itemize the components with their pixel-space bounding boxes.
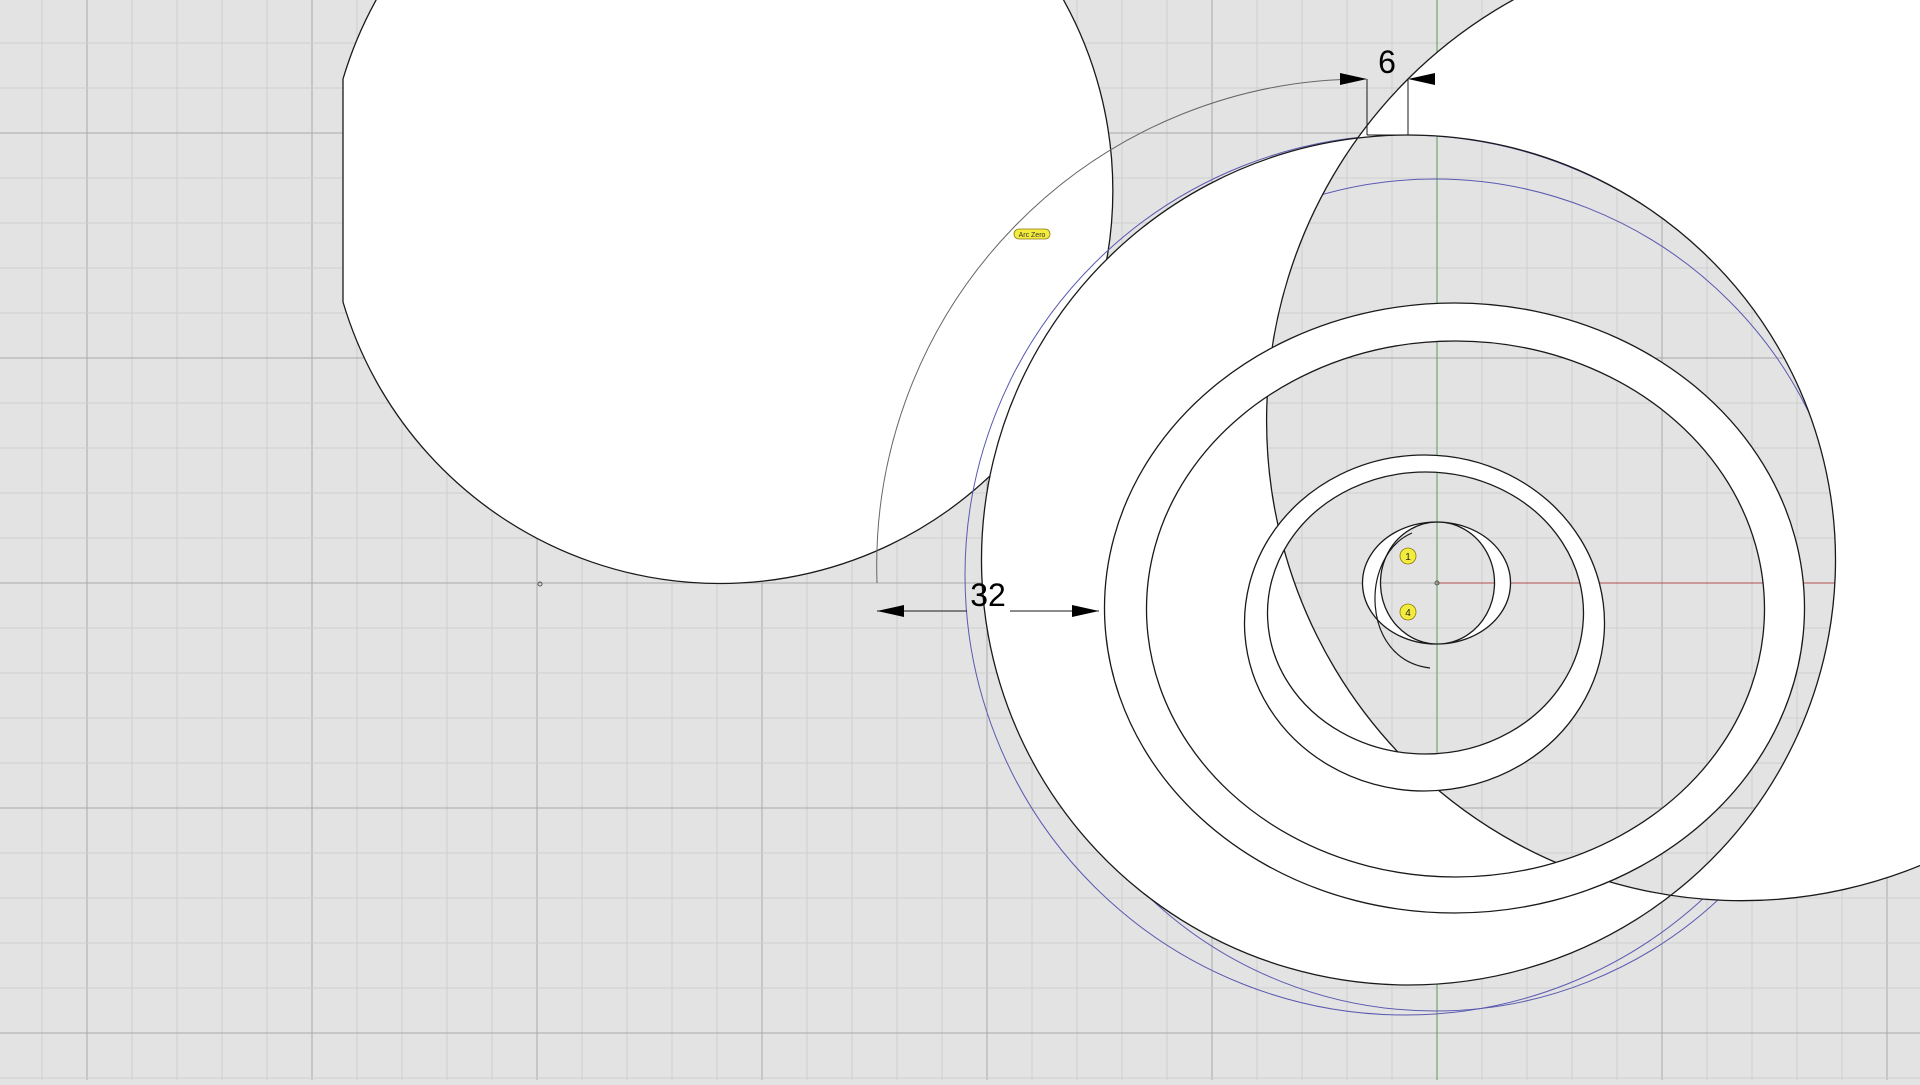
cad-viewport[interactable]: 6 32 Arc Zero 1 4 — [0, 0, 1920, 1080]
arc-zero-tag[interactable]: Arc Zero — [1013, 228, 1051, 240]
point-tag-4[interactable]: 4 — [1399, 603, 1417, 621]
gap-dimension-label: 6 — [1378, 44, 1396, 80]
radial-dimension-label: 32 — [970, 577, 1006, 613]
point-tag-1[interactable]: 1 — [1399, 547, 1417, 565]
point-tag-4-label: 4 — [1405, 608, 1411, 619]
drawing-canvas[interactable]: 6 32 Arc Zero 1 4 — [0, 0, 1920, 1080]
point-tag-1-label: 1 — [1405, 552, 1411, 563]
arc-zero-label: Arc Zero — [1019, 232, 1046, 239]
